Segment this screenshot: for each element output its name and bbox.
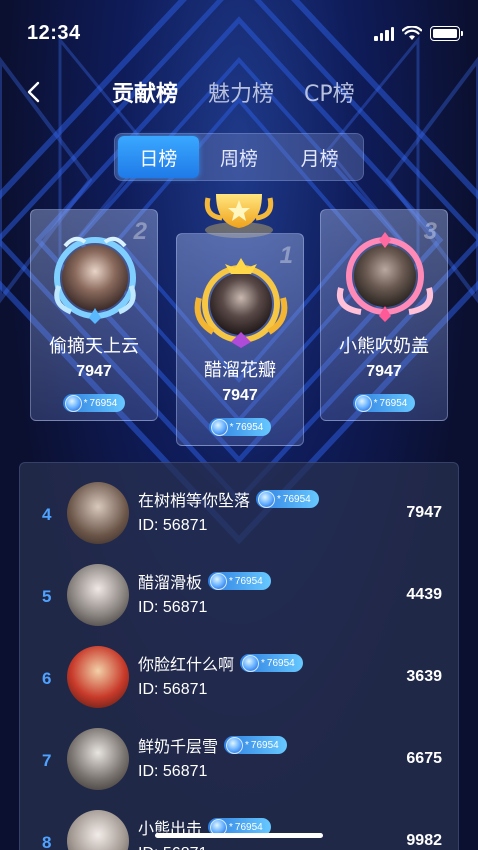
podium-badge-wrap: * 76954 — [177, 418, 303, 436]
gem-icon — [210, 418, 228, 436]
podium-card-second[interactable]: 2 偷摘天上云 7947 * 76954 — [30, 209, 158, 421]
battery-icon — [430, 26, 463, 41]
podium-card-first[interactable]: 1 醋溜花瓣 7947 * 76954 — [176, 233, 304, 446]
row-id: ID: 56871 — [138, 681, 208, 698]
main-tabs: 贡献榜 魅力榜 CP榜 — [112, 76, 355, 108]
tab-charm[interactable]: 魅力榜 — [208, 76, 274, 108]
podium-card-third[interactable]: 3 小熊吹奶盖 7947 * 76954 — [320, 209, 448, 421]
level-badge: * 76954 — [208, 418, 272, 436]
gem-icon — [354, 394, 372, 412]
row-rank: 7 — [42, 751, 52, 770]
badge-value: 76954 — [234, 821, 263, 833]
avatar[interactable] — [67, 728, 129, 790]
cellular-signal-icon — [374, 26, 394, 41]
avatar[interactable] — [67, 482, 129, 544]
list-item[interactable]: 6 你脸红什么啊 * 76954 ID: 56871 3639 — [20, 627, 460, 709]
level-badge: * 76954 — [352, 394, 416, 412]
level-badge: * 76954 — [224, 736, 287, 754]
row-name-line: 你脸红什么啊 * 76954 — [138, 651, 303, 675]
podium-score: 7947 — [76, 363, 112, 380]
status-time: 12:34 — [27, 22, 81, 44]
podium-name: 偷摘天上云 — [49, 336, 139, 357]
tab-cp[interactable]: CP榜 — [304, 76, 355, 108]
badge-value: 76954 — [266, 657, 295, 669]
tab-weekly[interactable]: 周榜 — [199, 136, 280, 178]
avatar[interactable] — [67, 646, 129, 708]
podium-badge-wrap: * 76954 — [321, 394, 447, 412]
status-icons — [374, 26, 463, 41]
list-item[interactable]: 4 在树梢等你坠落 * 76954 ID: 56871 7947 — [20, 463, 460, 545]
gem-icon — [210, 572, 228, 590]
tab-monthly[interactable]: 月榜 — [279, 136, 360, 178]
badge-value: 76954 — [89, 397, 118, 409]
gem-icon — [242, 654, 260, 672]
list-item[interactable]: 8 小熊出击 *76954 ID: 56871 9982 — [20, 791, 460, 850]
home-indicator[interactable] — [155, 833, 323, 838]
row-score: 6675 — [406, 750, 442, 767]
row-name: 醋溜滑板 — [138, 573, 203, 592]
list-item[interactable]: 7 鲜奶千层雪 * 76954 ID: 56871 6675 — [20, 709, 460, 791]
podium-name: 醋溜花瓣 — [204, 360, 276, 381]
podium-name: 小熊吹奶盖 — [339, 336, 429, 357]
wifi-icon — [402, 26, 422, 40]
row-score: 4439 — [406, 586, 442, 603]
avatar[interactable] — [67, 810, 129, 850]
podium-badge-wrap: * 76954 — [31, 394, 157, 412]
row-name-line: 鲜奶千层雪 * 76954 — [138, 733, 287, 757]
row-id: ID: 56871 — [138, 599, 208, 616]
row-rank: 6 — [42, 669, 52, 688]
row-name: 鲜奶千层雪 — [138, 737, 219, 756]
list-item[interactable]: 5 醋溜滑板 * 76954 ID: 56871 4439 — [20, 545, 460, 627]
level-badge: * 76954 — [256, 490, 319, 508]
level-badge: * 76954 — [240, 654, 303, 672]
podium-score: 7947 — [222, 387, 258, 404]
ranking-list: 4 在树梢等你坠落 * 76954 ID: 56871 7947 5 醋溜滑板 *… — [19, 462, 459, 850]
tab-contribution[interactable]: 贡献榜 — [112, 76, 178, 108]
row-rank: 5 — [42, 587, 52, 606]
gold-avatar-frame — [194, 258, 288, 348]
gem-icon — [64, 394, 82, 412]
row-id: ID: 56871 — [138, 845, 207, 850]
avatar[interactable] — [67, 564, 129, 626]
level-badge: * 76954 — [208, 572, 271, 590]
badge-value: 76954 — [250, 739, 279, 751]
row-score: 7947 — [406, 504, 442, 521]
row-name: 在树梢等你坠落 — [138, 491, 251, 510]
gem-icon — [258, 490, 276, 508]
row-name: 你脸红什么啊 — [138, 655, 235, 674]
silver-avatar-frame — [54, 236, 136, 324]
row-id: ID: 56871 — [138, 517, 208, 534]
row-name-line: 醋溜滑板 * 76954 — [138, 569, 271, 593]
row-score: 3639 — [406, 668, 442, 685]
gem-icon — [226, 736, 244, 754]
back-arrow-icon[interactable] — [22, 80, 46, 104]
badge-value: 76954 — [379, 397, 408, 409]
row-id: ID: 56871 — [138, 763, 208, 780]
tab-daily[interactable]: 日榜 — [118, 136, 199, 178]
row-rank: 4 — [42, 505, 52, 524]
badge-value: 76954 — [235, 421, 264, 433]
trophy-icon — [204, 194, 274, 238]
level-badge: * 76954 — [62, 394, 126, 412]
badge-value: 76954 — [282, 493, 311, 505]
pink-avatar-frame — [337, 232, 433, 322]
period-tabs: 日榜 周榜 月榜 — [114, 133, 364, 181]
row-score: 9982 — [406, 832, 442, 849]
row-name-line: 在树梢等你坠落 * 76954 — [138, 487, 319, 511]
status-bar: 12:34 — [0, 0, 478, 70]
badge-value: 76954 — [234, 575, 263, 587]
podium-score: 7947 — [366, 363, 402, 380]
row-rank: 8 — [42, 833, 52, 850]
